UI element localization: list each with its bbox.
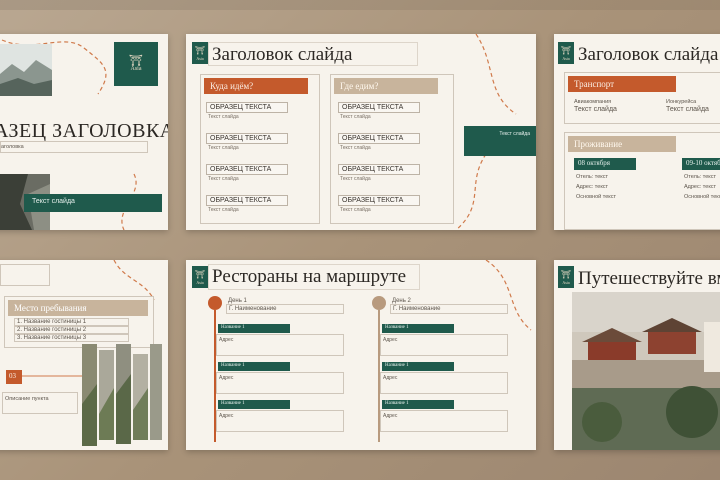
top-corner-box xyxy=(0,264,50,286)
stay-header: Место пребывания xyxy=(8,300,148,316)
list-item-title: ОБРАЗЕЦ ТЕКСТА xyxy=(338,133,420,144)
transport-value: Текст слайда xyxy=(666,106,709,113)
location-pin-icon xyxy=(372,296,386,310)
point-desc-box: Описание пункта xyxy=(2,392,78,414)
restaurant-box: Адрес xyxy=(380,410,508,432)
slide-2-thumbnail[interactable]: ⛩ Asia Заголовок слайда Куда идём? Где е… xyxy=(186,34,536,230)
list-item-title: ОБРАЗЕЦ ТЕКСТА xyxy=(338,102,420,113)
list-item-title: ОБРАЗЕЦ ТЕКСТА xyxy=(206,195,288,206)
slide-1-thumbnail[interactable]: ⛩ Asia ОБРАЗЕЦ ЗАГОЛОВКА аголовка Текст … xyxy=(0,34,168,230)
list-item-sub: Текст слайда xyxy=(208,207,239,213)
logo-mark-icon: ⛩ xyxy=(560,269,572,279)
list-item-sub: Текст слайда xyxy=(340,145,371,151)
brand-logo: ⛩ Asia xyxy=(558,266,574,288)
restaurant-box: Адрес xyxy=(216,334,344,356)
transport-label: Ионкурейсa xyxy=(666,99,697,105)
list-item-title: ОБРАЗЕЦ ТЕКСТА xyxy=(206,133,288,144)
stay-row: Адрес: текст xyxy=(684,184,717,190)
transport-label: Авиакомпания xyxy=(574,99,612,105)
list-item-sub: Текст слайда xyxy=(340,207,371,213)
restaurant-box: Адрес xyxy=(380,334,508,356)
stay-row: Основной текст xyxy=(576,194,616,200)
brand-logo: ⛩ Asia xyxy=(558,42,574,64)
list-item-sub: Текст слайда xyxy=(208,145,239,151)
list-item-title: ОБРАЗЕЦ ТЕКСТА xyxy=(338,164,420,175)
list-item-sub: Текст слайда xyxy=(340,114,371,120)
stay-row: Отель: текст xyxy=(684,174,716,180)
restaurant-box: Адрес xyxy=(380,372,508,394)
restaurant-label: Название 1 xyxy=(382,400,454,409)
date-badge-1: 08 октября xyxy=(574,158,636,170)
top-strip xyxy=(0,0,720,10)
landscape-photo xyxy=(0,44,52,96)
slide-1-title: ОБРАЗЕЦ ЗАГОЛОВКА xyxy=(0,120,168,142)
restaurant-label: Название 1 xyxy=(218,400,290,409)
list-item-title: ОБРАЗЕЦ ТЕКСТА xyxy=(338,195,420,206)
list-item-sub: Текст слайда xyxy=(208,114,239,120)
location-pin-icon xyxy=(208,296,222,310)
date-badge-2: 09-10 октября xyxy=(682,158,720,170)
logo-mark-icon: ⛩ xyxy=(129,55,143,67)
stay-row: Основной текст xyxy=(684,194,720,200)
restaurant-label: Название 1 xyxy=(382,362,454,371)
list-item-sub: Текст слайда xyxy=(208,176,239,182)
hotel-item: 1. Название гостиницы 1 xyxy=(14,318,129,326)
restaurant-box: Адрес xyxy=(216,410,344,432)
place-box: Г. Наименование xyxy=(390,304,508,314)
logo-mark-icon: ⛩ xyxy=(194,45,206,55)
list-item-title: ОБРАЗЕЦ ТЕКСТА xyxy=(206,164,288,175)
transport-header: Транспорт xyxy=(568,76,676,92)
left-column-header: Куда идём? xyxy=(204,78,308,94)
slide-5-title: Рестораны на маршруте xyxy=(212,266,407,287)
stay-header: Проживание xyxy=(568,136,676,152)
list-item-sub: Текст слайда xyxy=(340,176,371,182)
step-number-badge: 03 xyxy=(6,370,22,384)
side-text-box: Текст слайда xyxy=(464,126,536,156)
slide-2-title: Заголовок слайда xyxy=(212,44,353,65)
forbidden-city-photo xyxy=(572,292,720,450)
slide-text-box: Текст слайда xyxy=(24,194,162,212)
logo-text: Asia xyxy=(130,66,142,72)
brand-logo: ⛩ Asia xyxy=(192,42,208,64)
restaurant-label: Название 1 xyxy=(218,324,290,333)
slide-6-title: Путешествуйте вместе xyxy=(578,268,720,289)
restaurant-box: Адрес xyxy=(216,372,344,394)
brand-logo: ⛩ Asia xyxy=(114,42,158,86)
mountains-collage xyxy=(82,344,162,446)
slide-4-thumbnail[interactable]: Место пребывания 1. Название гостиницы 1… xyxy=(0,260,168,450)
transport-value: Текст слайда xyxy=(574,106,617,113)
subtitle-box: аголовка xyxy=(0,141,148,153)
right-column-header: Где едим? xyxy=(334,78,438,94)
logo-mark-icon: ⛩ xyxy=(194,269,206,279)
list-item-title: ОБРАЗЕЦ ТЕКСТА xyxy=(206,102,288,113)
restaurant-label: Название 1 xyxy=(382,324,454,333)
slide-3-title: Заголовок слайда xyxy=(578,44,719,65)
slide-3-thumbnail[interactable]: ⛩ Asia Заголовок слайда Транспорт Авиако… xyxy=(554,34,720,230)
hotel-item: 2. Название гостиницы 2 xyxy=(14,326,129,334)
restaurant-label: Название 1 xyxy=(218,362,290,371)
slide-5-thumbnail[interactable]: ⛩ Asia Рестораны на маршруте День 1 Г. Н… xyxy=(186,260,536,450)
slide-6-thumbnail[interactable]: ⛩ Asia Путешествуйте вместе xyxy=(554,260,720,450)
logo-mark-icon: ⛩ xyxy=(560,45,572,55)
hotel-item: 3. Название гостиницы 3 xyxy=(14,334,129,342)
stay-row: Отель: текст xyxy=(576,174,608,180)
place-box: Г. Наименование xyxy=(226,304,344,314)
stay-row: Адрес: текст xyxy=(576,184,609,190)
brand-logo: ⛩ Asia xyxy=(192,266,208,288)
